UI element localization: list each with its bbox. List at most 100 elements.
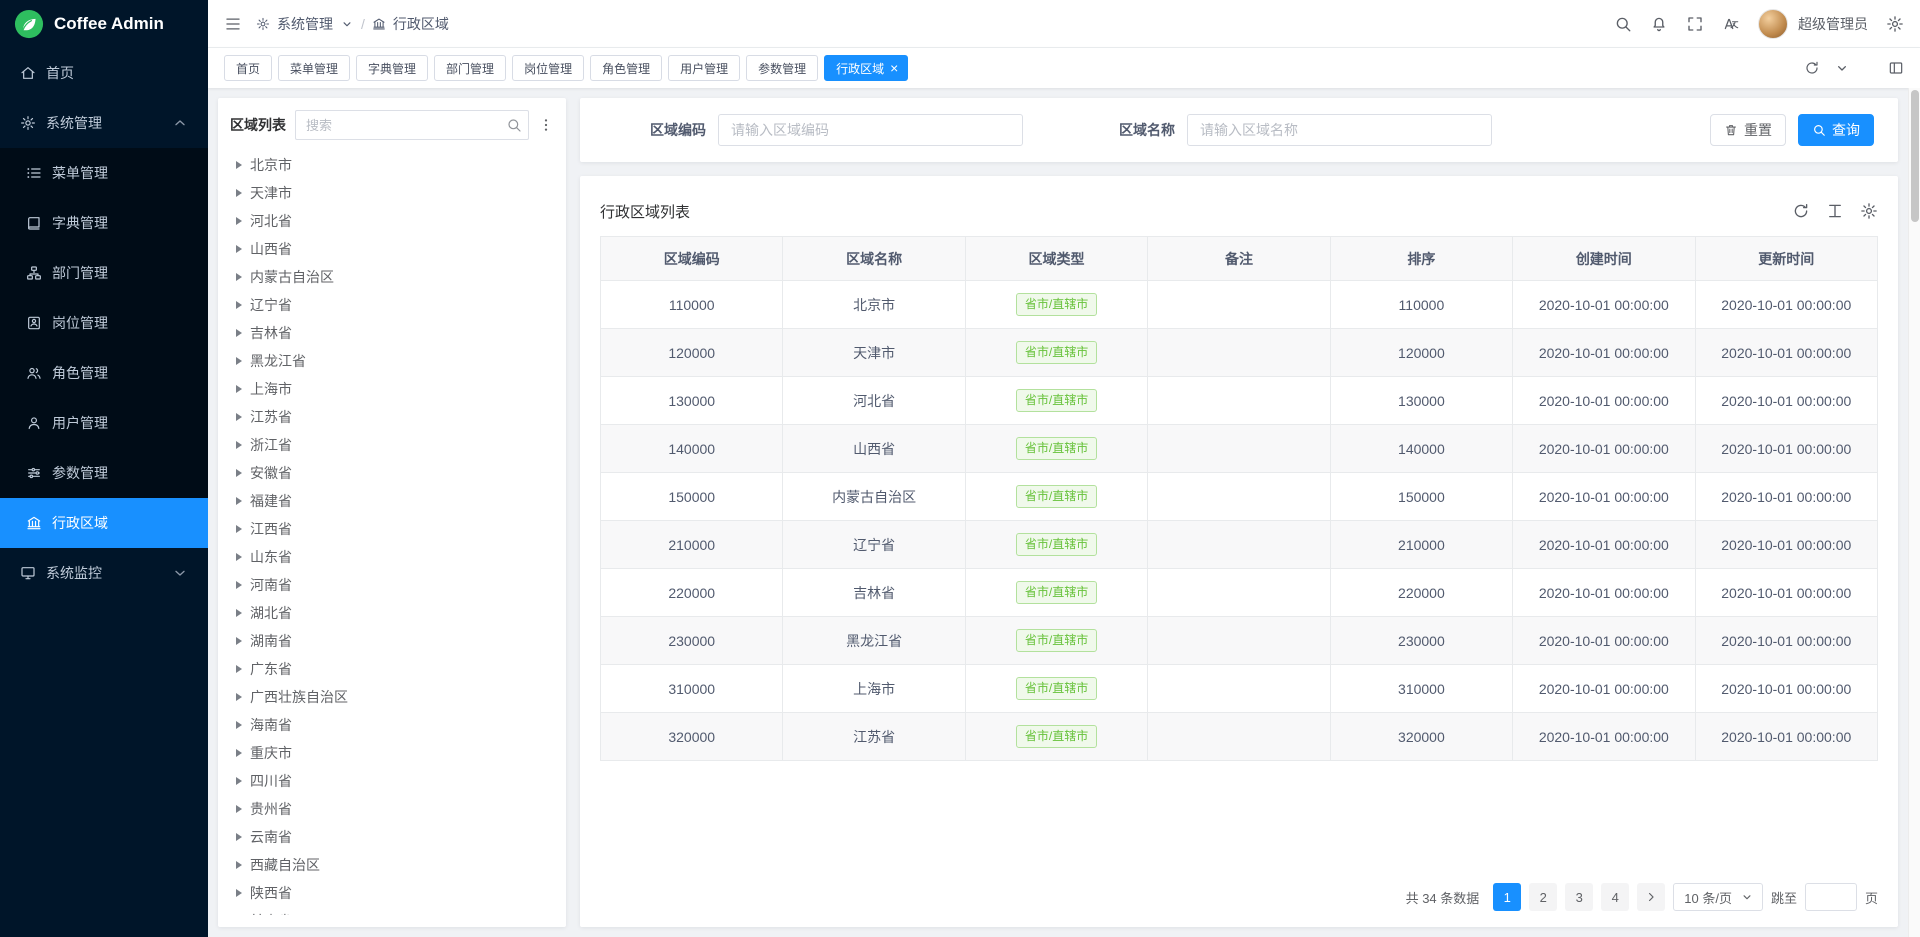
menu-fold-icon[interactable] [224,15,242,33]
tree-item[interactable]: 北京市 [230,151,554,179]
translate-icon[interactable] [1722,15,1740,33]
caret-right-icon[interactable] [236,385,242,393]
tree-item[interactable]: 河南省 [230,571,554,599]
tree-item[interactable]: 吉林省 [230,319,554,347]
density-icon[interactable] [1826,202,1844,220]
caret-right-icon[interactable] [236,665,242,673]
next-page-button[interactable] [1637,883,1665,911]
table-row[interactable]: 130000 河北省 省市/直辖市 130000 2020-10-01 00:0… [601,377,1878,425]
table-row[interactable]: 120000 天津市 省市/直辖市 120000 2020-10-01 00:0… [601,329,1878,377]
table-row[interactable]: 320000 江苏省 省市/直辖市 320000 2020-10-01 00:0… [601,713,1878,761]
tree-item[interactable]: 山西省 [230,235,554,263]
caret-right-icon[interactable] [236,553,242,561]
tree-item[interactable]: 江西省 [230,515,554,543]
page-button[interactable]: 4 [1601,883,1629,911]
caret-right-icon[interactable] [236,217,242,225]
page-scrollbar[interactable] [1908,88,1920,937]
caret-right-icon[interactable] [236,189,242,197]
tree-item[interactable]: 江苏省 [230,403,554,431]
tree-item[interactable]: 湖南省 [230,627,554,655]
tree-item[interactable]: 四川省 [230,767,554,795]
tree-item[interactable]: 福建省 [230,487,554,515]
search-icon[interactable] [506,117,522,133]
sidebar-item-region[interactable]: 行政区域 [0,498,208,548]
caret-right-icon[interactable] [236,441,242,449]
sidebar-item-system-mgmt[interactable]: 系统管理 [0,98,208,148]
tree-item[interactable]: 甘肃省 [230,907,554,915]
column-header[interactable]: 更新时间 [1695,237,1877,281]
sidebar-item-home[interactable]: 首页 [0,48,208,98]
tree-item[interactable]: 陕西省 [230,879,554,907]
caret-right-icon[interactable] [236,721,242,729]
caret-right-icon[interactable] [236,469,242,477]
refresh-icon[interactable] [1792,202,1810,220]
refresh-icon[interactable] [1804,60,1820,76]
page-button[interactable]: 2 [1529,883,1557,911]
search-icon[interactable] [1614,15,1632,33]
column-header[interactable]: 区域编码 [601,237,783,281]
caret-right-icon[interactable] [236,329,242,337]
tree-item[interactable]: 湖北省 [230,599,554,627]
column-header[interactable]: 创建时间 [1513,237,1695,281]
tree-item[interactable]: 安徽省 [230,459,554,487]
query-button[interactable]: 查询 [1798,114,1874,146]
tree-item[interactable]: 黑龙江省 [230,347,554,375]
caret-right-icon[interactable] [236,525,242,533]
tab[interactable]: 首页 [224,55,272,81]
page-button[interactable]: 3 [1565,883,1593,911]
tree-search-input[interactable] [295,110,529,140]
table-row[interactable]: 150000 内蒙古自治区 省市/直辖市 150000 2020-10-01 0… [601,473,1878,521]
page-button[interactable]: 1 [1493,883,1521,911]
tree-item[interactable]: 天津市 [230,179,554,207]
caret-right-icon[interactable] [236,609,242,617]
sidebar-item-menu-mgmt[interactable]: 菜单管理 [0,148,208,198]
tree-item[interactable]: 重庆市 [230,739,554,767]
sidebar-item-system-monitor[interactable]: 系统监控 [0,548,208,598]
caret-right-icon[interactable] [236,889,242,897]
page-size-select[interactable]: 10 条/页 [1673,883,1763,911]
table-row[interactable]: 230000 黑龙江省 省市/直辖市 230000 2020-10-01 00:… [601,617,1878,665]
tab[interactable]: 角色管理 [590,55,662,81]
table-row[interactable]: 110000 北京市 省市/直辖市 110000 2020-10-01 00:0… [601,281,1878,329]
caret-right-icon[interactable] [236,833,242,841]
tree-item[interactable]: 内蒙古自治区 [230,263,554,291]
column-header[interactable]: 备注 [1148,237,1330,281]
column-header[interactable]: 区域类型 [965,237,1147,281]
sidebar-item-dict-mgmt[interactable]: 字典管理 [0,198,208,248]
table-row[interactable]: 220000 吉林省 省市/直辖市 220000 2020-10-01 00:0… [601,569,1878,617]
sidebar-item-user-mgmt[interactable]: 用户管理 [0,398,208,448]
caret-right-icon[interactable] [236,805,242,813]
fullscreen-icon[interactable] [1686,15,1704,33]
column-header[interactable]: 排序 [1330,237,1512,281]
tab[interactable]: 部门管理 [434,55,506,81]
caret-right-icon[interactable] [236,777,242,785]
caret-right-icon[interactable] [236,357,242,365]
tree-item[interactable]: 山东省 [230,543,554,571]
tree-item[interactable]: 西藏自治区 [230,851,554,879]
tab-close-icon[interactable]: × [890,61,898,75]
caret-right-icon[interactable] [236,273,242,281]
tree-item[interactable]: 河北省 [230,207,554,235]
column-settings-icon[interactable] [1860,202,1878,220]
caret-right-icon[interactable] [236,413,242,421]
sidebar-item-param-mgmt[interactable]: 参数管理 [0,448,208,498]
tree-item[interactable]: 广西壮族自治区 [230,683,554,711]
chevron-down-icon[interactable] [1834,60,1850,76]
scrollbar-thumb[interactable] [1911,90,1919,222]
column-header[interactable]: 区域名称 [783,237,965,281]
caret-right-icon[interactable] [236,749,242,757]
caret-right-icon[interactable] [236,301,242,309]
tree-item[interactable]: 云南省 [230,823,554,851]
region-code-input[interactable] [718,114,1023,146]
region-name-input[interactable] [1187,114,1492,146]
caret-right-icon[interactable] [236,497,242,505]
tree-item[interactable]: 贵州省 [230,795,554,823]
user-avatar[interactable] [1758,9,1788,39]
settings-gear-icon[interactable] [1886,15,1904,33]
caret-right-icon[interactable] [236,161,242,169]
table-row[interactable]: 310000 上海市 省市/直辖市 310000 2020-10-01 00:0… [601,665,1878,713]
tree-item[interactable]: 广东省 [230,655,554,683]
username[interactable]: 超级管理员 [1798,14,1868,34]
table-row[interactable]: 140000 山西省 省市/直辖市 140000 2020-10-01 00:0… [601,425,1878,473]
caret-right-icon[interactable] [236,693,242,701]
